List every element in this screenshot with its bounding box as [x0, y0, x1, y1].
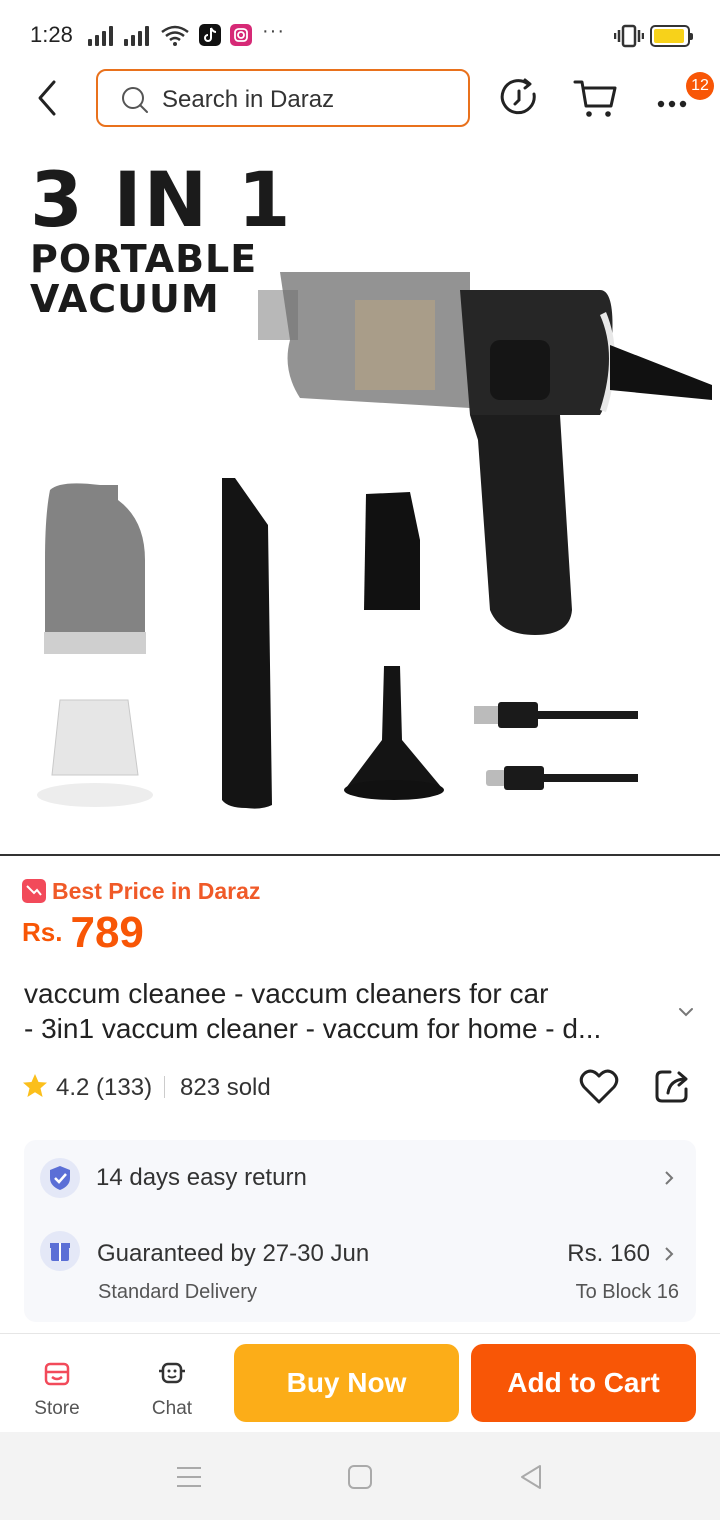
instagram-icon: [230, 24, 252, 46]
vacuum-illustration: [37, 272, 712, 809]
search-icon: [122, 87, 148, 113]
sold-count: 823 sold: [180, 1074, 271, 1101]
status-bar: 1:28 ···: [0, 0, 720, 66]
search-placeholder: Search in Daraz: [162, 86, 335, 113]
system-navigation-bar: [0, 1432, 720, 1520]
best-price-label: Best Price in Daraz: [52, 878, 261, 904]
add-to-cart-button[interactable]: Add to Cart: [471, 1344, 696, 1422]
chat-button[interactable]: Chat: [132, 1358, 212, 1428]
search-input[interactable]: Search in Daraz: [96, 69, 470, 127]
rating-separator: [164, 1076, 165, 1098]
home-icon[interactable]: [345, 1462, 375, 1492]
top-navigation: Search in Daraz 12: [0, 66, 720, 132]
product-title-line-2: - 3in1 vaccum cleaner - vaccum for home …: [24, 1013, 602, 1044]
product-title-line-1: vaccum cleanee - vaccum cleaners for car: [24, 978, 549, 1009]
price: Rs. 789: [22, 908, 144, 958]
chevron-down-icon[interactable]: [676, 1002, 696, 1022]
star-icon: [23, 1074, 47, 1097]
gift-icon: [40, 1231, 80, 1271]
image-divider: [0, 854, 720, 856]
cart-badge: 12: [686, 72, 714, 100]
recent-apps-icon[interactable]: [174, 1462, 204, 1492]
heart-icon[interactable]: [578, 1066, 620, 1108]
delivery-type: Standard Delivery: [98, 1281, 257, 1303]
trend-icon: [22, 879, 46, 903]
delivery-destination: To Block 16: [575, 1281, 679, 1303]
status-time: 1:28: [30, 22, 73, 47]
vibrate-icon: [614, 24, 644, 48]
delivery-row[interactable]: Guaranteed by 27-30 Jun Standard Deliver…: [24, 1216, 696, 1322]
product-title[interactable]: vaccum cleanee - vaccum cleaners for car…: [24, 976, 664, 1046]
shield-icon: [40, 1158, 80, 1198]
store-button[interactable]: Store: [17, 1358, 97, 1428]
history-icon[interactable]: [494, 72, 544, 122]
product-image[interactable]: 3 IN 1 PORTABLE VACUUM: [0, 140, 720, 854]
wifi-icon: [161, 25, 189, 46]
signal-icon: [88, 24, 118, 46]
delivery-fee: Rs. 160: [567, 1240, 650, 1267]
system-back-icon[interactable]: [516, 1462, 546, 1492]
return-policy-row[interactable]: 14 days easy return: [24, 1140, 696, 1216]
share-icon[interactable]: [652, 1066, 692, 1106]
store-icon: [44, 1362, 70, 1386]
bottom-action-bar: Store Chat Buy Now Add to Cart: [0, 1334, 720, 1432]
chat-label: Chat: [151, 1398, 193, 1419]
chevron-right-icon: [665, 1171, 674, 1185]
back-arrow-icon[interactable]: [28, 74, 68, 122]
signal-icon-2: [124, 24, 154, 46]
cart-icon[interactable]: [571, 72, 621, 122]
chat-icon: [159, 1362, 185, 1384]
rating-value: 4.2 (133): [56, 1074, 153, 1101]
price-currency: Rs.: [22, 917, 63, 947]
chevron-right-icon: [665, 1247, 674, 1261]
tiktok-icon: [199, 24, 221, 46]
buy-now-button[interactable]: Buy Now: [234, 1344, 459, 1422]
return-policy-text: 14 days easy return: [96, 1164, 307, 1191]
status-more: ···: [262, 20, 285, 42]
guarantee-text: Guaranteed by 27-30 Jun: [97, 1240, 370, 1267]
delivery-card: 14 days easy return Guaranteed by 27-30 …: [24, 1140, 696, 1322]
battery-icon: [650, 25, 693, 47]
store-label: Store: [34, 1398, 80, 1419]
price-amount: 789: [70, 908, 144, 957]
